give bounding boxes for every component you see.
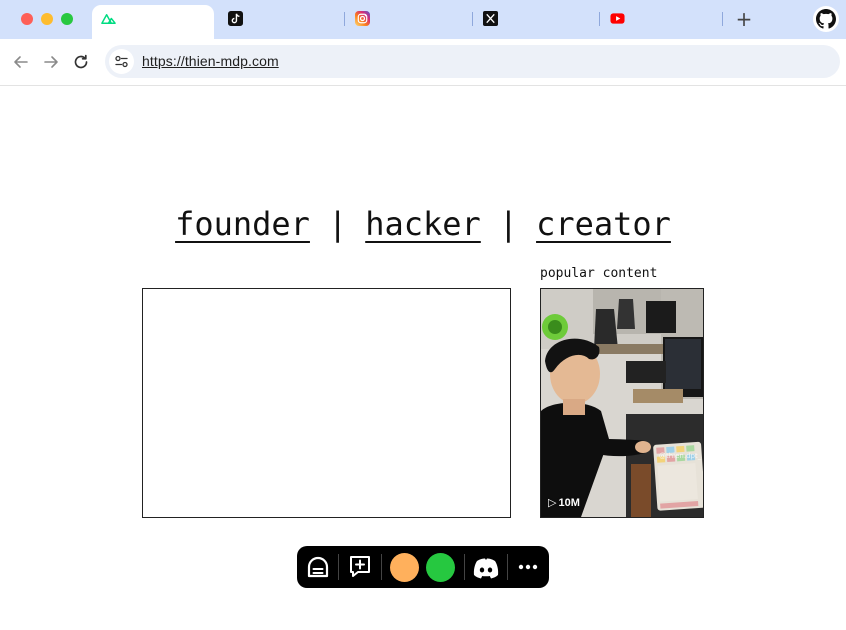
add-comment-icon — [350, 556, 370, 577]
add-comment-button[interactable] — [347, 546, 373, 588]
archive-button[interactable] — [305, 546, 331, 588]
dock-divider — [507, 554, 508, 580]
founder-link[interactable]: founder — [175, 205, 310, 243]
green-status-dot[interactable] — [426, 553, 455, 582]
tab-tiktok[interactable] — [219, 5, 339, 39]
tagline-separator: | — [498, 205, 519, 243]
video-watermark: @thien.dpt_ — [659, 452, 702, 460]
site-settings-icon[interactable] — [109, 49, 134, 74]
tab-separator — [722, 12, 723, 26]
forward-arrow-icon[interactable] — [42, 53, 60, 71]
more-icon — [518, 564, 538, 570]
maximize-window-button[interactable] — [61, 13, 73, 25]
dock-divider — [464, 554, 465, 580]
instagram-icon — [355, 11, 370, 26]
archive-icon — [307, 556, 329, 578]
url-text[interactable]: https://thien-mdp.com — [142, 53, 279, 69]
nuxt-icon — [101, 14, 116, 24]
dock-divider — [381, 554, 382, 580]
tab-x[interactable] — [474, 5, 598, 39]
tiktok-icon — [228, 11, 243, 26]
reload-icon[interactable] — [72, 53, 90, 71]
github-icon[interactable] — [813, 6, 839, 32]
tab-youtube[interactable] — [601, 5, 719, 39]
tab-strip: + — [0, 0, 846, 39]
hacker-link[interactable]: hacker — [365, 205, 481, 243]
tab-separator — [472, 12, 473, 26]
video-view-count: ▷ 10M — [548, 496, 580, 509]
address-bar[interactable]: https://thien-mdp.com — [105, 45, 840, 78]
play-icon: ▷ — [548, 496, 557, 509]
video-thumbnail-image — [541, 289, 703, 517]
embed-frame[interactable] — [142, 288, 511, 518]
floating-dock — [297, 546, 549, 588]
discord-icon — [473, 558, 499, 579]
close-window-button[interactable] — [21, 13, 33, 25]
discord-button[interactable] — [472, 546, 500, 588]
orange-status-dot[interactable] — [390, 553, 419, 582]
view-count-text: 10M — [558, 497, 580, 509]
tagline: founder | hacker | creator — [0, 205, 846, 243]
back-arrow-icon[interactable] — [12, 53, 30, 71]
more-button[interactable] — [517, 546, 539, 588]
tab-separator — [599, 12, 600, 26]
tab-nuxt[interactable] — [92, 5, 214, 39]
new-tab-button[interactable]: + — [733, 8, 755, 30]
tab-instagram[interactable] — [346, 5, 470, 39]
popular-video-thumbnail[interactable]: @thien.dpt_ ▷ 10M — [540, 288, 704, 518]
youtube-icon — [610, 13, 625, 24]
minimize-window-button[interactable] — [41, 13, 53, 25]
x-icon — [483, 11, 498, 26]
creator-link[interactable]: creator — [536, 205, 671, 243]
popular-content-label: popular content — [540, 266, 658, 281]
tab-separator — [344, 12, 345, 26]
browser-toolbar: https://thien-mdp.com — [0, 39, 846, 86]
tagline-separator: | — [327, 205, 348, 243]
dock-divider — [338, 554, 339, 580]
